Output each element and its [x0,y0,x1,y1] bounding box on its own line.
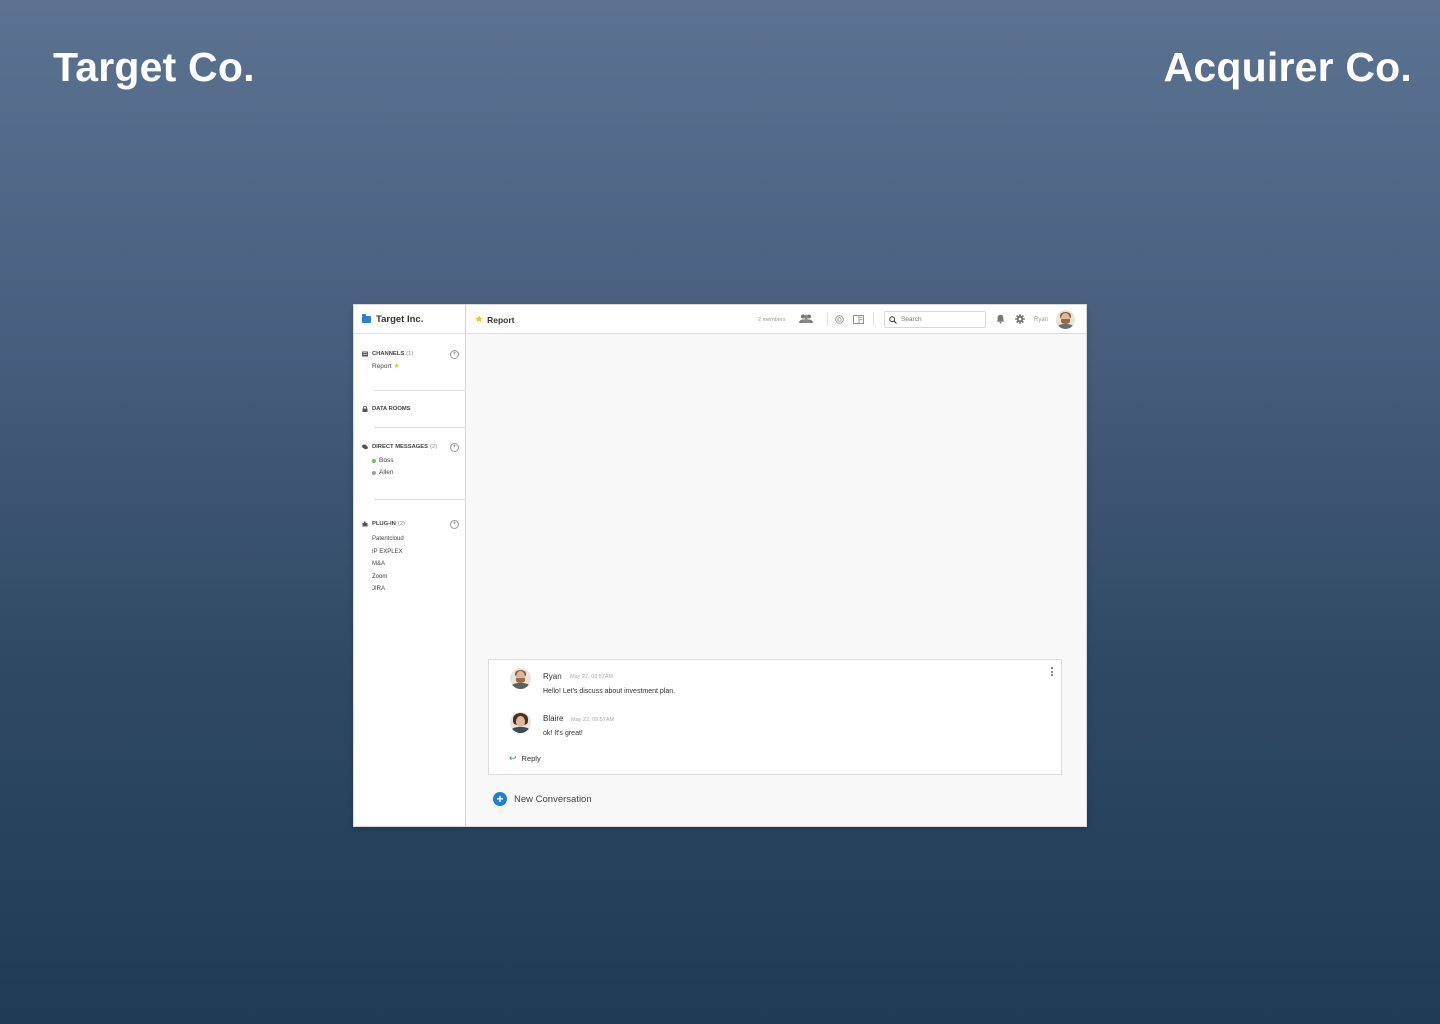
search-input[interactable] [897,316,981,323]
divider [374,390,466,391]
channel-header: ★ Report 2 members Search Ryan [467,305,1086,334]
sidebar-item-report[interactable]: Report ★ [354,361,466,373]
workspace-name: Target Inc. [376,313,424,325]
gear-icon[interactable] [1015,314,1025,324]
add-channel-icon[interactable]: + [450,349,459,359]
channels-header[interactable]: CHANNELS (1) + [354,349,466,359]
search-box[interactable] [884,311,986,328]
sidebar-item-jira[interactable]: JIRA [354,583,466,596]
bell-icon[interactable] [996,314,1005,324]
plugins-section: PLUG-IN (2) + Patentcloud IP EXPLEX M&A … [354,519,466,596]
sidebar-item-boss[interactable]: Boss [354,455,466,467]
divider [374,499,466,500]
plugins-header[interactable]: PLUG-IN (2) + [354,519,466,529]
add-direct-message-icon[interactable]: + [450,442,459,452]
target-icon[interactable] [835,315,844,324]
direct-messages-count: (2) [430,444,438,450]
members-count[interactable]: 2 members [758,317,786,323]
online-status-dot [372,459,376,463]
new-conversation-label: New Conversation [514,793,592,805]
sidebar: Target Inc. CHANNELS (1) + Report ★ DATA… [354,305,466,826]
offline-status-dot [372,471,376,475]
slide-title-left: Target Co. [53,44,255,90]
puzzle-icon [362,521,368,527]
message-author[interactable]: Blaire [543,714,563,723]
data-rooms-header[interactable]: DATA ROOMS [354,404,466,414]
channel-title-text: Report [487,314,515,325]
sidebar-item-patentcloud[interactable]: Patentcloud [354,533,466,546]
channels-icon [362,351,368,357]
kebab-menu-icon[interactable] [1051,667,1053,678]
direct-messages-header[interactable]: DIRECT MESSAGES (2) + [354,442,466,452]
sidebar-item-label: Boss [379,457,394,464]
plugins-label: PLUG-IN [372,521,396,527]
search-icon [889,315,897,324]
message-timestamp: May 22, 09:57AM [570,674,614,680]
slide-title-right: Acquirer Co. [1163,44,1412,90]
divider [873,313,874,326]
avatar[interactable] [510,712,531,733]
sidebar-item-m-and-a[interactable]: M&A [354,558,466,571]
avatar[interactable] [510,668,531,689]
side-panel-icon[interactable] [853,315,864,324]
message-text: Hello! Let's discuss about investment pl… [543,688,676,695]
add-plugin-icon[interactable]: + [450,519,459,529]
message-text: ok! It's great! [543,730,583,737]
reply-label: Reply [521,754,541,763]
divider [827,313,828,326]
star-icon[interactable]: ★ [475,314,483,325]
data-rooms-label: DATA ROOMS [372,406,411,412]
reply-button[interactable]: ↩ Reply [509,753,541,764]
divider [374,427,466,428]
sidebar-item-label: Report [372,363,392,370]
current-user-name[interactable]: Ryan [1034,317,1048,323]
workspace-header[interactable]: Target Inc. [354,305,465,334]
plus-circle-icon: + [493,792,507,806]
channels-count: (1) [406,351,414,357]
lock-icon [362,406,368,412]
channels-label: CHANNELS [372,351,405,357]
message-timestamp: May 22, 09:57AM [571,717,615,723]
channel-title: ★ Report [475,314,514,325]
conversation-thread: Ryan May 22, 09:57AM Hello! Let's discus… [488,659,1062,775]
folder-icon [362,313,371,323]
direct-messages-label: DIRECT MESSAGES [372,444,429,450]
new-conversation-button[interactable]: + New Conversation [493,792,592,806]
star-icon: ★ [393,363,400,370]
plugins-count: (2) [397,521,405,527]
data-rooms-section: DATA ROOMS [354,404,466,414]
avatar[interactable] [1056,310,1075,329]
sidebar-item-zoom[interactable]: Zoom [354,571,466,584]
reply-arrow-icon: ↩ [509,753,517,763]
people-icon[interactable] [799,314,813,323]
message-author[interactable]: Ryan [543,672,562,681]
app-window: Target Inc. CHANNELS (1) + Report ★ DATA… [354,305,1086,826]
sidebar-item-ip-explex[interactable]: IP EXPLEX [354,546,466,559]
sidebar-item-allen[interactable]: Allen [354,467,466,479]
sidebar-item-label: Allen [379,469,394,476]
direct-messages-section: DIRECT MESSAGES (2) + Boss Allen [354,442,466,479]
chat-bubbles-icon [362,444,368,450]
channels-section: CHANNELS (1) + Report ★ [354,349,466,373]
